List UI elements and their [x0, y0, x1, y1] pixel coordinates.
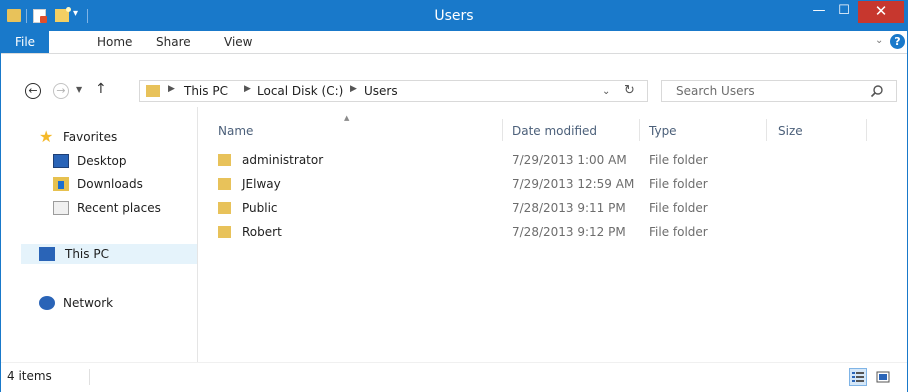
file-date: 7/29/2013 12:59 AM [512, 177, 635, 191]
file-type: File folder [649, 177, 708, 191]
refresh-icon[interactable]: ↻ [624, 83, 635, 98]
star-icon: ★ [39, 127, 54, 146]
breadcrumb-users[interactable]: Users [364, 84, 398, 98]
details-view-button[interactable] [849, 368, 867, 386]
ribbon-tabs: File Home Share View ⌄ ? [1, 31, 907, 54]
file-list: Name ▲ Date modified Type Size administr… [198, 107, 907, 362]
column-divider[interactable] [766, 119, 767, 141]
file-name: JElway [242, 177, 281, 191]
table-row[interactable]: Public 7/28/2013 9:11 PM File folder [218, 197, 898, 219]
folder-icon [218, 154, 231, 166]
details-view-icon [852, 372, 864, 382]
nav-item-network[interactable]: Network [39, 293, 189, 313]
nav-label: Desktop [77, 154, 127, 168]
table-row[interactable]: JElway 7/29/2013 12:59 AM File folder [218, 173, 898, 195]
breadcrumb-local-disk[interactable]: Local Disk (C:) [257, 84, 343, 98]
help-icon[interactable]: ? [890, 34, 905, 49]
network-icon [39, 296, 55, 310]
folder-icon [218, 202, 231, 214]
folder-icon [146, 85, 160, 97]
navigation-pane: ★ Favorites Desktop Downloads Recent pla… [1, 107, 197, 362]
file-name: Robert [242, 225, 282, 239]
column-header-size[interactable]: Size [778, 121, 803, 141]
status-divider [89, 369, 90, 385]
table-row[interactable]: Robert 7/28/2013 9:12 PM File folder [218, 221, 898, 243]
explorer-window: ▾ Users — ☐ ✕ File Home Share View ⌄ ? ←… [0, 0, 908, 392]
navigation-bar: ← → ▼ ↑ ▶ This PC ▶ Local Disk (C:) ▶ Us… [1, 75, 907, 107]
computer-icon [39, 247, 55, 261]
downloads-icon [53, 177, 69, 191]
column-divider[interactable] [639, 119, 640, 141]
file-date: 7/29/2013 1:00 AM [512, 153, 627, 167]
column-header-type[interactable]: Type [649, 121, 677, 141]
nav-label: Network [63, 296, 114, 310]
file-name: Public [242, 201, 278, 215]
tab-file[interactable]: File [1, 31, 49, 53]
sort-ascending-icon: ▲ [344, 114, 350, 122]
recent-locations-icon[interactable]: ▼ [76, 85, 82, 94]
nav-item-this-pc[interactable]: This PC [21, 244, 197, 264]
up-button[interactable]: ↑ [95, 81, 107, 97]
nav-label: Recent places [77, 201, 161, 215]
file-type: File folder [649, 225, 708, 239]
folder-icon [218, 226, 231, 238]
nav-label: Favorites [63, 130, 118, 144]
close-button[interactable]: ✕ [858, 1, 904, 23]
back-button[interactable]: ← [25, 83, 41, 99]
file-date: 7/28/2013 9:11 PM [512, 201, 626, 215]
table-row[interactable]: administrator 7/29/2013 1:00 AM File fol… [218, 149, 898, 171]
file-type: File folder [649, 153, 708, 167]
desktop-icon [53, 154, 69, 168]
nav-item-desktop[interactable]: Desktop [53, 151, 193, 171]
breadcrumb-this-pc[interactable]: This PC [184, 84, 228, 98]
window-title: Users [434, 8, 474, 24]
search-icon[interactable] [870, 84, 884, 98]
maximize-button[interactable]: ☐ [831, 1, 857, 23]
expand-ribbon-icon[interactable]: ⌄ [875, 35, 887, 47]
file-date: 7/28/2013 9:12 PM [512, 225, 626, 239]
search-input[interactable]: Search Users [661, 80, 897, 102]
nav-label: Downloads [77, 177, 143, 191]
address-history-icon[interactable]: ⌄ [602, 86, 610, 97]
nav-item-recent-places[interactable]: Recent places [53, 198, 193, 218]
nav-label: This PC [65, 247, 109, 261]
minimize-button[interactable]: — [806, 1, 832, 23]
tab-view[interactable]: View [224, 31, 252, 53]
chevron-right-icon[interactable]: ▶ [244, 84, 251, 94]
recent-places-icon [53, 201, 69, 215]
column-divider[interactable] [502, 119, 503, 141]
title-bar[interactable]: ▾ Users — ☐ ✕ [1, 1, 907, 31]
file-type: File folder [649, 201, 708, 215]
nav-item-favorites[interactable]: ★ Favorites [39, 127, 189, 147]
large-icons-view-button[interactable] [874, 368, 892, 386]
chevron-right-icon[interactable]: ▶ [168, 84, 175, 94]
nav-item-downloads[interactable]: Downloads [53, 174, 193, 194]
tab-home[interactable]: Home [97, 31, 132, 53]
items-count: 4 items [7, 369, 52, 383]
tab-share[interactable]: Share [156, 31, 191, 53]
column-header-date-modified[interactable]: Date modified [512, 121, 597, 141]
search-placeholder: Search Users [676, 84, 755, 98]
large-icons-view-icon [876, 371, 890, 383]
address-bar[interactable]: ▶ This PC ▶ Local Disk (C:) ▶ Users ⌄ ↻ [139, 80, 648, 102]
column-divider[interactable] [866, 119, 867, 141]
forward-button[interactable]: → [53, 83, 69, 99]
status-bar: 4 items [1, 362, 907, 392]
chevron-right-icon[interactable]: ▶ [350, 84, 357, 94]
column-header-name[interactable]: Name [218, 121, 253, 141]
file-name: administrator [242, 153, 324, 167]
folder-icon [218, 178, 231, 190]
